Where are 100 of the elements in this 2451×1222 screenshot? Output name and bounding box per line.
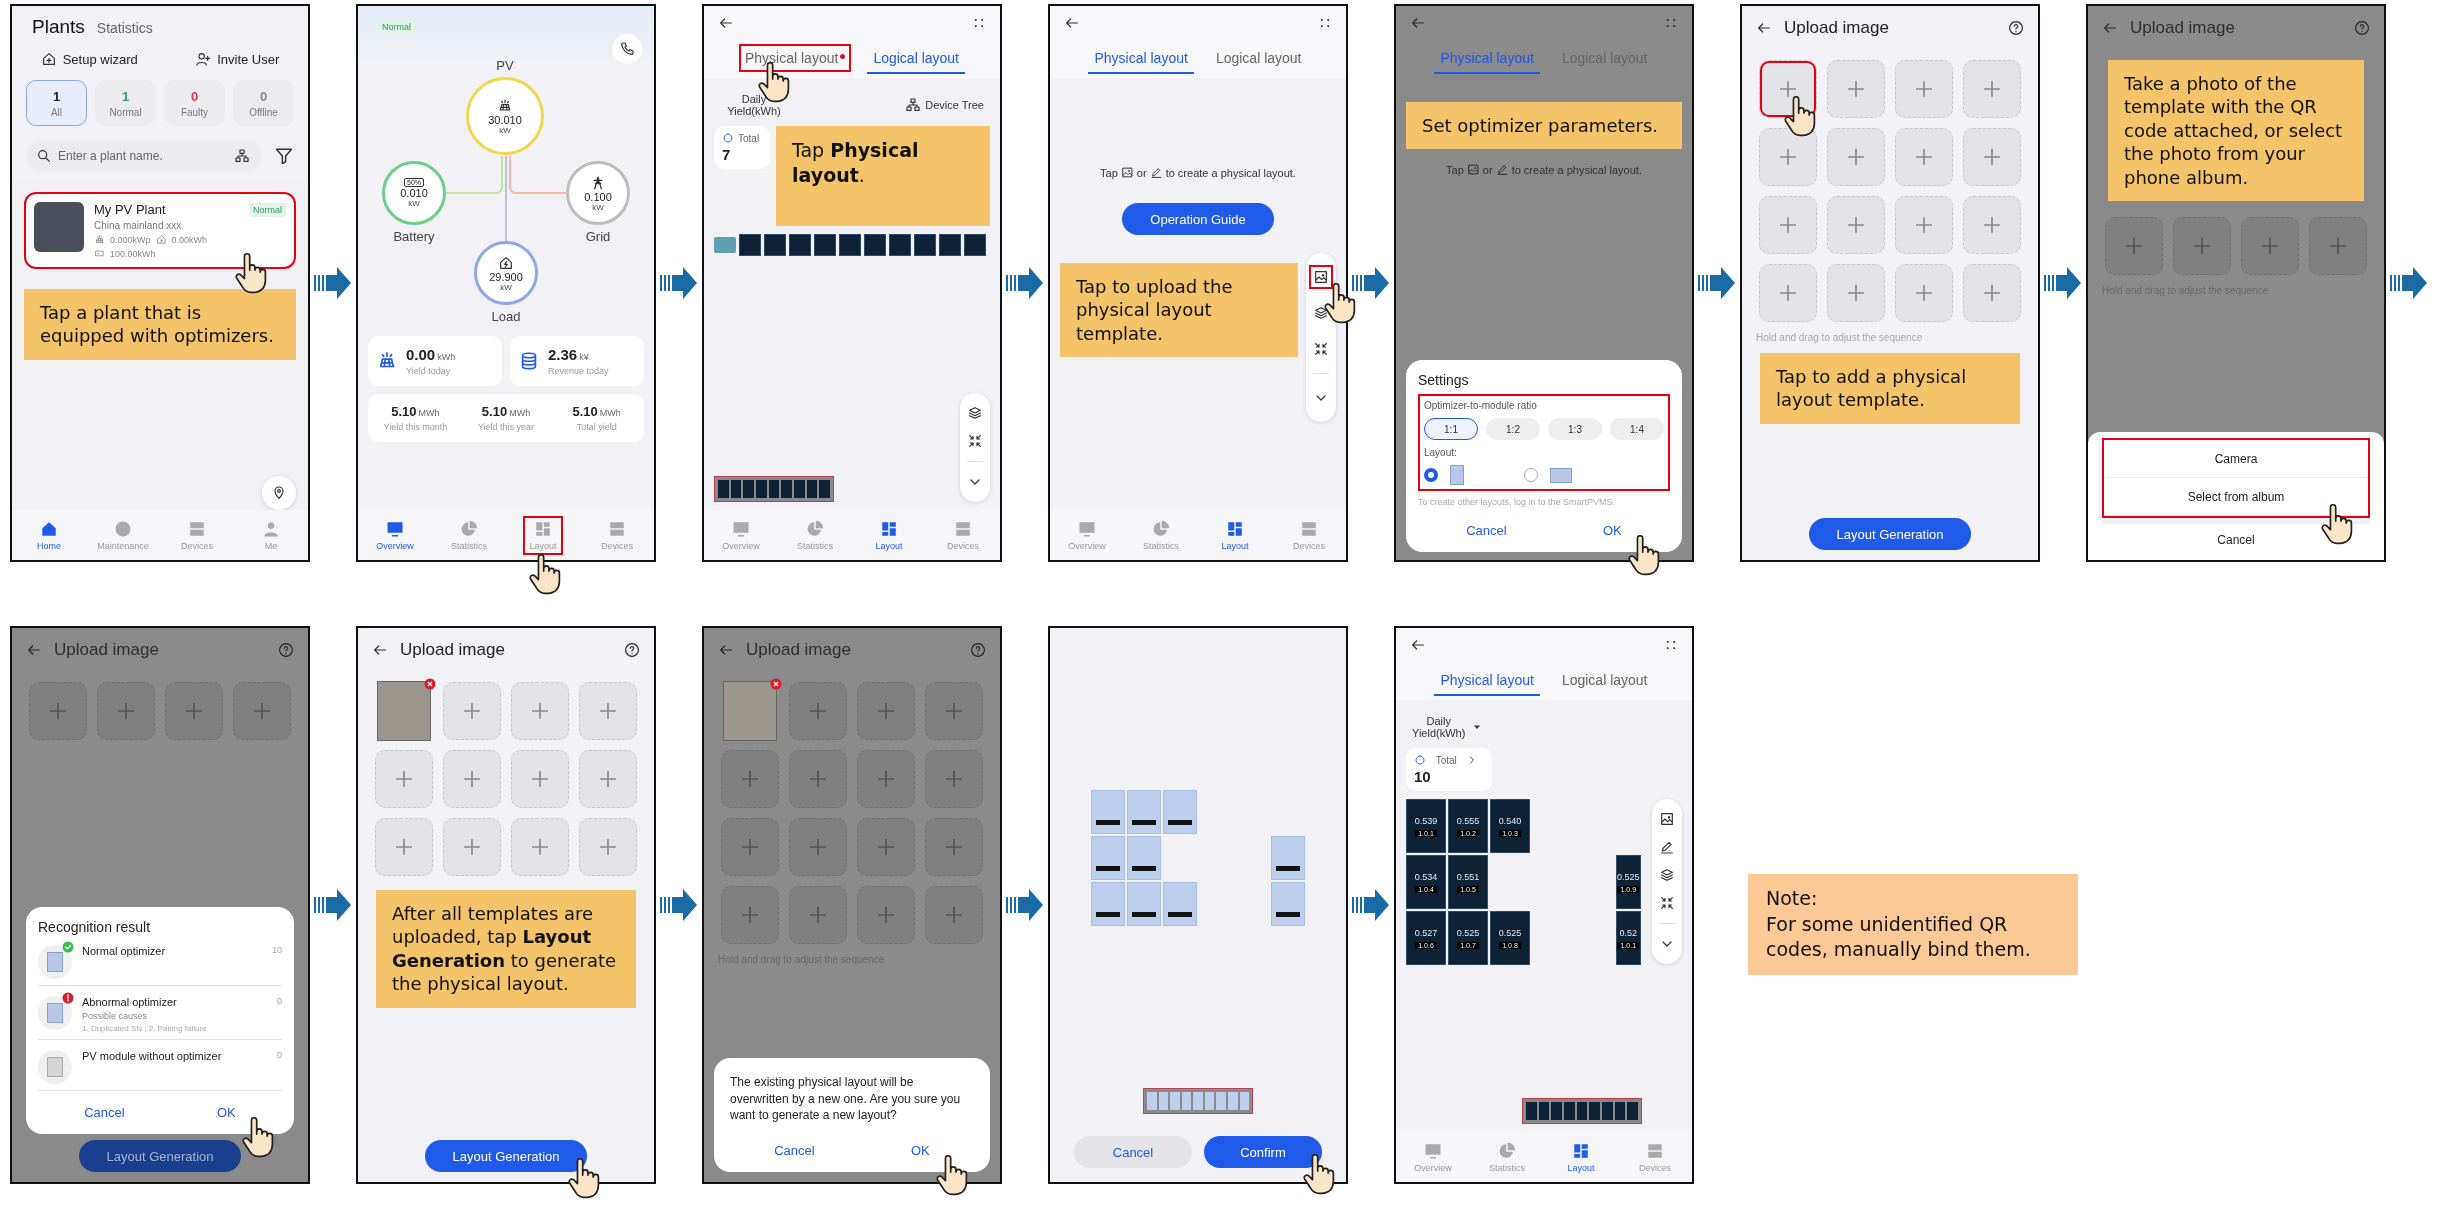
tab[interactable]: Physical layout	[1434, 666, 1540, 696]
callout-note: Tap to add a physical layout template.	[1760, 353, 2020, 424]
help-icon[interactable]	[624, 642, 640, 658]
tool-button[interactable]	[1309, 265, 1333, 289]
total-card[interactable]: Total 7	[714, 126, 770, 169]
tab[interactable]: Physical layout	[739, 44, 852, 74]
plus-icon	[943, 700, 965, 722]
screen-title: Upload image	[2130, 18, 2236, 38]
back-arrow-icon[interactable]	[2102, 20, 2118, 36]
flow-line	[445, 155, 503, 194]
yield-value: 0.00kWh	[171, 234, 208, 245]
header-tab[interactable]: Statistics	[96, 20, 153, 36]
plus-icon	[943, 836, 965, 858]
footer-button[interactable]: Cancel	[1074, 1136, 1192, 1168]
add-image-slot[interactable]	[1759, 60, 1817, 118]
header-tab[interactable]: Plants	[32, 16, 85, 38]
plant-name: My PV Plant	[94, 202, 166, 217]
tab[interactable]: Logical layout	[1209, 44, 1308, 74]
dialog-button[interactable]: Cancel	[72, 1099, 137, 1126]
filter-chip[interactable]: 0 Offline	[233, 80, 294, 126]
hierarchy-icon[interactable]	[234, 148, 250, 164]
ratio-option[interactable]: 1:2	[1486, 418, 1540, 440]
radio-button[interactable]	[1424, 468, 1438, 482]
operation-guide-button[interactable]: Operation Guide	[1122, 203, 1274, 235]
back-arrow-icon[interactable]	[26, 642, 42, 658]
nav-tab[interactable]: Layout	[1561, 1137, 1601, 1177]
metric-dropdown[interactable]: Daily Yield(kWh)	[714, 92, 794, 118]
module-icon	[47, 1057, 63, 1077]
help-icon[interactable]	[2008, 20, 2024, 36]
action-link[interactable]: Invite User	[189, 50, 286, 68]
plus-icon	[183, 700, 205, 722]
tab[interactable]: Logical layout	[1555, 666, 1654, 696]
more-icon[interactable]	[972, 16, 986, 30]
total-card[interactable]: Total 10	[1406, 748, 1492, 791]
layout-generation-button[interactable]: Layout Generation	[1808, 518, 1972, 550]
tab[interactable]: Physical layout	[1088, 44, 1194, 74]
template-slot[interactable]	[375, 682, 433, 740]
plus-icon	[461, 768, 483, 790]
module-yield: 0.52	[1619, 927, 1638, 938]
back-arrow-icon[interactable]	[718, 642, 734, 658]
remove-icon[interactable]	[424, 678, 436, 690]
back-arrow-icon[interactable]	[718, 15, 734, 31]
ring-icon	[1414, 754, 1426, 766]
ratio-option[interactable]: 1:1	[1424, 418, 1478, 440]
ratio-option[interactable]: 1:3	[1548, 418, 1602, 440]
cancel-button[interactable]: Cancel	[2102, 518, 2370, 556]
capacity-value: 0.000kWp	[110, 234, 151, 245]
metric-dropdown[interactable]: Daily Yield(kWh)	[1406, 714, 1486, 740]
dialog-button[interactable]: OK	[1591, 517, 1634, 544]
layout-generation-button[interactable]: Layout Generation	[424, 1140, 588, 1172]
footer-button[interactable]: Confirm	[1204, 1136, 1322, 1168]
plant-card[interactable]: My PV Plant Normal China mainland xxx 0.000kWp 0.00kWh 100.00kWh	[24, 192, 296, 269]
nav-tab[interactable]: Overview	[370, 515, 420, 555]
image-icon[interactable]	[1659, 811, 1675, 827]
more-icon[interactable]	[1318, 16, 1332, 30]
more-icon[interactable]	[1664, 638, 1678, 652]
collapse-icon[interactable]	[967, 433, 983, 449]
plus-icon	[597, 768, 619, 790]
status-badge: Normal	[249, 202, 286, 217]
back-arrow-icon[interactable]	[1410, 15, 1426, 31]
dialog-button[interactable]: OK	[205, 1099, 248, 1126]
node-unit: kW	[408, 199, 420, 208]
filter-icon[interactable]	[274, 146, 294, 166]
collapse-icon	[1313, 341, 1329, 357]
nav-tab[interactable]: Layout	[1215, 515, 1255, 555]
portrait-module-icon	[1450, 465, 1464, 485]
layout-generation-button[interactable]: Layout Generation	[78, 1140, 242, 1172]
back-arrow-icon[interactable]	[1410, 637, 1426, 653]
person-icon	[262, 519, 280, 538]
collapse-icon[interactable]	[1659, 895, 1675, 911]
ratio-option[interactable]: 1:4	[1610, 418, 1664, 440]
layers-icon[interactable]	[1659, 867, 1675, 883]
filter-chip[interactable]: 1 Normal	[95, 80, 156, 126]
nav-tab[interactable]: Layout	[869, 515, 909, 555]
layers-icon[interactable]	[967, 405, 983, 421]
filter-chip[interactable]: 0 Faulty	[164, 80, 225, 126]
back-arrow-icon[interactable]	[372, 642, 388, 658]
pen-icon[interactable]	[1659, 839, 1675, 855]
check-badge-icon	[62, 941, 74, 953]
stat-unit: k¥	[579, 352, 589, 362]
plus-icon	[1913, 78, 1935, 100]
server-icon	[1300, 519, 1318, 538]
filter-chip[interactable]: 1 All	[26, 80, 87, 126]
map-button[interactable]	[262, 476, 296, 510]
back-arrow-icon[interactable]	[1756, 20, 1772, 36]
search-field[interactable]: Enter a plant name.	[26, 140, 262, 172]
remove-icon[interactable]	[770, 678, 782, 690]
dialog-button[interactable]: Cancel	[762, 1137, 827, 1164]
back-arrow-icon[interactable]	[1064, 15, 1080, 31]
tab[interactable]: Logical layout	[867, 44, 965, 74]
call-button[interactable]	[612, 34, 642, 64]
dialog-button[interactable]: Cancel	[1454, 517, 1519, 544]
action-link[interactable]: Setup wizard	[34, 50, 144, 68]
nav-tab[interactable]: Home	[31, 515, 67, 555]
hint-text: or	[1136, 166, 1147, 179]
more-icon[interactable]	[1664, 16, 1678, 30]
dialog-button[interactable]: OK	[899, 1137, 942, 1164]
sheet-option[interactable]: Camera	[2104, 440, 2368, 478]
screen-title: Upload image	[1784, 18, 1890, 38]
device-tree-button[interactable]: Device Tree	[899, 96, 990, 114]
